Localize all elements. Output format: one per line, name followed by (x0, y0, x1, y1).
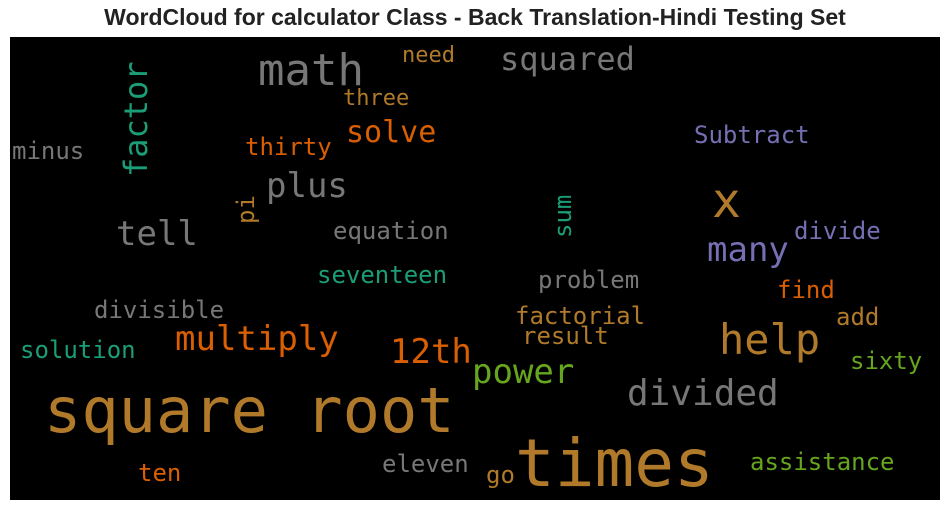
word-plus: plus (266, 166, 348, 206)
word-eleven: eleven (382, 450, 469, 478)
word-help: help (719, 315, 821, 364)
word-square-root: square root (44, 374, 455, 447)
word-power: power (472, 352, 575, 392)
word-ten: ten (138, 459, 182, 487)
word-factor: factor (117, 61, 155, 177)
word-need: need (402, 43, 455, 68)
word-cloud-canvas: math need squared factor three solve thi… (10, 37, 940, 500)
word-tell: tell (116, 214, 198, 254)
word-result: result (522, 322, 609, 350)
word-x: x (712, 173, 741, 229)
word-sum: sum (549, 194, 577, 238)
word-seventeen: seventeen (317, 261, 448, 289)
word-divided: divided (627, 373, 779, 414)
chart-title: WordCloud for calculator Class - Back Tr… (104, 4, 846, 30)
word-sixty: sixty (850, 347, 923, 375)
word-many: many (707, 230, 789, 270)
word-12th: 12th (390, 332, 472, 372)
word-solution: solution (20, 336, 136, 364)
word-pi: pi (232, 195, 260, 224)
word-divide: divide (794, 217, 881, 245)
word-add: add (836, 303, 880, 331)
word-go: go (486, 461, 515, 489)
word-equation: equation (333, 217, 449, 245)
word-problem: problem (538, 266, 640, 294)
word-minus: minus (12, 137, 85, 165)
word-squared: squared (500, 40, 635, 78)
word-multiply: multiply (175, 319, 339, 359)
word-thirty: thirty (245, 133, 332, 161)
word-assistance: assistance (750, 448, 895, 476)
word-times: times (515, 425, 714, 500)
word-three: three (343, 86, 410, 111)
word-solve: solve (346, 115, 437, 150)
word-subtract: Subtract (694, 121, 810, 149)
word-find: find (777, 276, 835, 304)
